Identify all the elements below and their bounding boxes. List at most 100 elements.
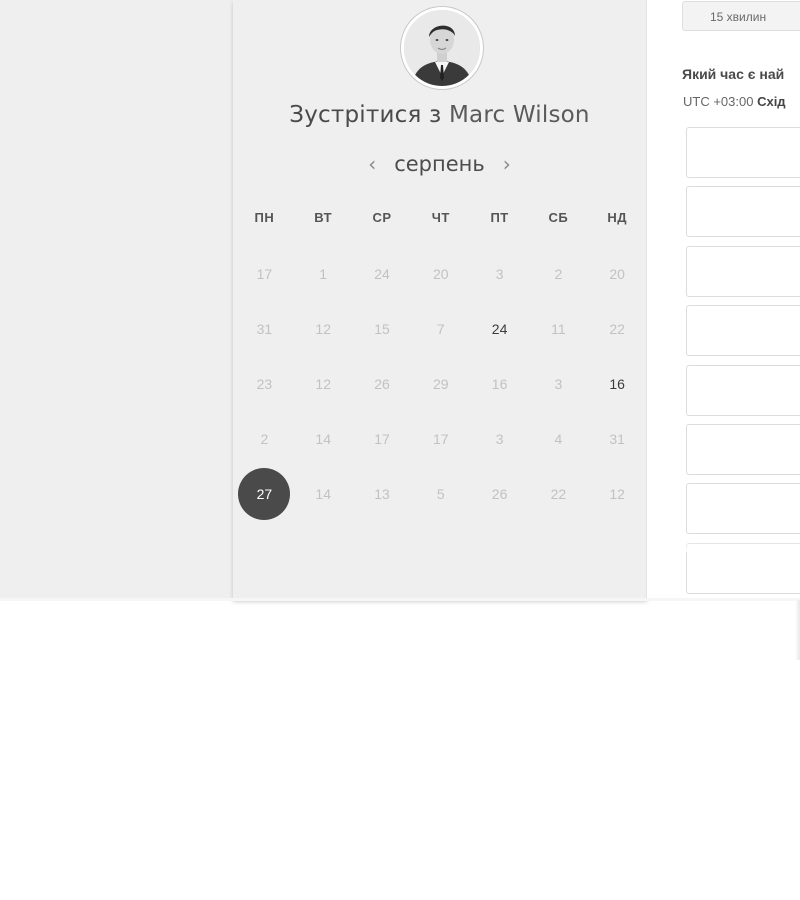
calendar-day-disabled: 22 — [529, 466, 588, 521]
calendar-day-number: 14 — [315, 430, 331, 447]
calendar-day-number: 7 — [436, 320, 445, 337]
calendar-days-grid: 17 1 24 20 3 2 20 31 12 15 7 24 11 22 23 12 26 29 16 3 16 2 14… — [235, 246, 647, 521]
time-slot-list — [686, 127, 800, 602]
weekday-sun: НД — [607, 210, 627, 225]
calendar-day-disabled: 3 — [470, 246, 529, 301]
calendar-day-number: 29 — [433, 375, 449, 392]
calendar-day-disabled: 31 — [235, 301, 294, 356]
calendar-day-disabled: 12 — [294, 356, 353, 411]
calendar-day-number: 17 — [433, 430, 449, 447]
booking-page: Зустрітися з Marc Wilson ‹ серпень › ПН … — [0, 0, 800, 900]
host-name: Marc Wilson — [448, 102, 590, 128]
calendar-day-disabled: 4 — [529, 411, 588, 466]
prev-month-button[interactable]: ‹ — [368, 154, 376, 174]
month-navigation: ‹ серпень › — [233, 148, 646, 180]
timezone-selector[interactable]: UTC +03:00 Схід — [683, 94, 786, 109]
calendar-day-available[interactable]: 16 — [588, 356, 647, 411]
calendar-day-disabled: 3 — [529, 356, 588, 411]
calendar-day-disabled: 1 — [294, 246, 353, 301]
calendar-day-disabled: 15 — [353, 301, 412, 356]
weekday-thu: ЧТ — [431, 210, 450, 225]
calendar-day-disabled: 16 — [470, 356, 529, 411]
calendar-week-row: 31 12 15 7 24 11 22 — [235, 301, 647, 356]
weekday-header: ПН ВТ СР ЧТ ПТ СБ НД — [235, 210, 647, 225]
calendar-day-number: 3 — [495, 430, 504, 447]
calendar-day-number: 11 — [551, 320, 566, 337]
calendar-day-disabled: 17 — [411, 411, 470, 466]
calendar-day-number: 15 — [374, 320, 390, 337]
calendar-day-number: 3 — [495, 265, 504, 282]
calendar-day-disabled: 17 — [353, 411, 412, 466]
host-avatar — [401, 7, 483, 89]
calendar-week-row: 17 1 24 20 3 2 20 — [235, 246, 647, 301]
calendar-day-disabled: 23 — [235, 356, 294, 411]
meet-title: Зустрітися з Marc Wilson — [233, 102, 646, 128]
time-slot-button[interactable] — [686, 245, 800, 297]
calendar-day-number: 16 — [609, 375, 625, 392]
calendar-day-disabled: 13 — [353, 466, 412, 521]
timezone-offset: UTC +03:00 — [683, 94, 754, 109]
calendar-day-number: 22 — [550, 485, 567, 502]
time-slot-button[interactable] — [686, 423, 800, 475]
time-slot-button[interactable] — [686, 305, 800, 357]
panel-bottom-edge — [0, 598, 800, 601]
calendar-day-number: 12 — [609, 485, 625, 502]
right-edge-shadow — [795, 600, 800, 660]
calendar-panel: Зустрітися з Marc Wilson ‹ серпень › ПН … — [233, 0, 647, 600]
calendar-day-disabled: 5 — [411, 466, 470, 521]
calendar-day-disabled: 20 — [588, 246, 647, 301]
calendar-day-number: 12 — [315, 375, 331, 392]
calendar-day-selected[interactable]: 27 — [235, 466, 294, 521]
calendar-day-number: 24 — [374, 265, 390, 282]
calendar-day-disabled: 20 — [411, 246, 470, 301]
calendar-week-row: 2 14 17 17 3 4 31 — [235, 411, 647, 466]
calendar-day-disabled: 2 — [235, 411, 294, 466]
calendar-day-disabled: 2 — [529, 246, 588, 301]
calendar-day-number: 14 — [315, 485, 331, 502]
calendar-day-number: 5 — [436, 485, 445, 502]
calendar-day-disabled: 14 — [294, 466, 353, 521]
calendar-day-number: 31 — [256, 320, 273, 337]
calendar-day-number: 24 — [491, 320, 508, 337]
calendar-day-number: 2 — [554, 265, 563, 282]
meet-title-prefix: Зустрітися з — [289, 102, 442, 128]
calendar-day-disabled: 11 — [529, 301, 588, 356]
time-slot-button[interactable] — [686, 364, 800, 416]
weekday-sat: СБ — [548, 210, 569, 225]
calendar-day-number: 27 — [238, 467, 291, 520]
calendar-day-number: 2 — [260, 430, 269, 447]
month-label: серпень — [394, 152, 485, 176]
time-slot-button[interactable] — [686, 127, 800, 178]
slot-list-fade — [686, 540, 800, 552]
calendar-day-disabled: 3 — [470, 411, 529, 466]
calendar-day-number: 26 — [491, 485, 508, 502]
time-slot-button[interactable] — [686, 483, 800, 535]
calendar-day-disabled: 17 — [235, 246, 294, 301]
time-slot-button[interactable] — [686, 186, 800, 238]
timezone-name: Схід — [757, 94, 786, 109]
calendar-day-available[interactable]: 24 — [470, 301, 529, 356]
calendar-day-disabled: 12 — [588, 466, 647, 521]
calendar-day-disabled: 7 — [411, 301, 470, 356]
calendar-day-number: 1 — [319, 265, 328, 282]
calendar-day-number: 4 — [554, 430, 563, 447]
time-selection-panel: 15 хвилин Який час є най UTC +03:00 Схід — [647, 0, 800, 600]
time-question-heading: Який час є най — [682, 66, 785, 82]
next-month-button[interactable]: › — [503, 154, 511, 174]
calendar-day-number: 3 — [554, 375, 563, 392]
calendar-day-number: 23 — [256, 375, 273, 392]
duration-tab-15-min[interactable]: 15 хвилин — [682, 1, 800, 31]
calendar-week-row: 27 14 13 5 26 22 12 — [235, 466, 647, 521]
calendar-day-number: 22 — [609, 320, 625, 337]
calendar-day-disabled: 26 — [470, 466, 529, 521]
calendar-day-number: 17 — [256, 265, 273, 282]
weekday-mon: ПН — [254, 210, 275, 225]
calendar-day-number: 26 — [374, 375, 390, 392]
calendar-day-disabled: 22 — [588, 301, 647, 356]
calendar-day-number: 31 — [609, 430, 625, 447]
calendar-day-number: 20 — [609, 265, 625, 282]
calendar-day-disabled: 31 — [588, 411, 647, 466]
weekday-tue: ВТ — [314, 210, 333, 225]
calendar-day-disabled: 14 — [294, 411, 353, 466]
left-background — [0, 0, 233, 598]
